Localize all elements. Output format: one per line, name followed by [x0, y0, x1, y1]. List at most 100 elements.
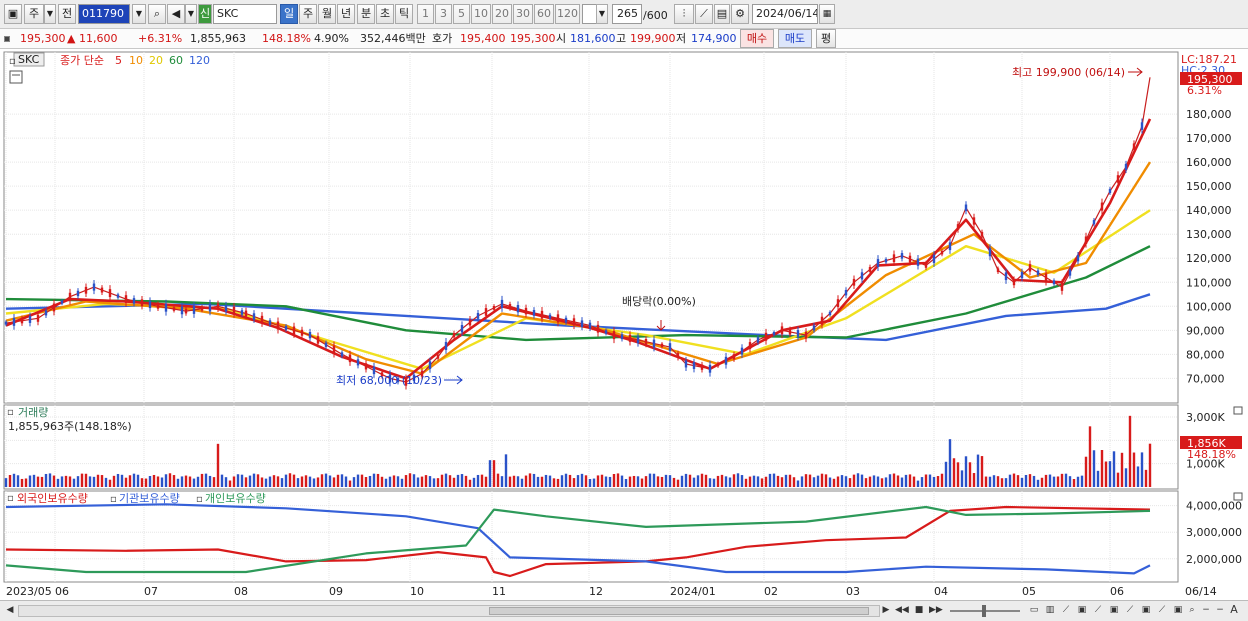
- window-icon-4[interactable]: ▣: [1172, 604, 1184, 616]
- count-5-button[interactable]: 5: [453, 4, 470, 24]
- period-month-tab[interactable]: 월: [318, 4, 336, 24]
- prev-button[interactable]: 전: [58, 4, 76, 24]
- chart-area[interactable]: SKC ▫ 종가 단순 5 10 20 60 120 LC:187.21 HC:…: [0, 50, 1248, 600]
- volume-panel-close-icon[interactable]: [1233, 406, 1243, 415]
- layout-icon[interactable]: ▭: [1028, 604, 1040, 616]
- x-tick-label: 09: [329, 585, 343, 598]
- count-20-button[interactable]: 20: [492, 4, 512, 24]
- holding-panel-close-icon[interactable]: [1233, 492, 1243, 501]
- market-dropdown-icon[interactable]: ▼: [44, 4, 56, 24]
- candle-body: [172, 307, 176, 311]
- candle-body: [20, 318, 24, 324]
- count-1-button[interactable]: 1: [417, 4, 434, 24]
- fast-forward-icon[interactable]: ▶▶: [929, 604, 943, 616]
- draw-icon[interactable]: ⟋: [1060, 604, 1072, 616]
- count-dropdown-icon[interactable]: ▼: [596, 4, 608, 24]
- buy-button[interactable]: 매수: [740, 29, 774, 48]
- period-year-tab[interactable]: 년: [337, 4, 355, 24]
- bar-count-input[interactable]: 265: [612, 4, 642, 24]
- stop-icon[interactable]: ■: [913, 604, 925, 616]
- bar-total-label: /600: [643, 9, 668, 22]
- font-size-icon[interactable]: A: [1228, 604, 1240, 616]
- price-tick-label: 150,000: [1186, 180, 1232, 193]
- volume-bar: [4, 478, 8, 487]
- search-icon[interactable]: ⌕: [148, 4, 166, 24]
- window-icon-2[interactable]: ▣: [1108, 604, 1120, 616]
- sell-button[interactable]: 매도: [778, 29, 812, 48]
- candle-type-icon[interactable]: ⫶: [674, 4, 694, 24]
- zoom-slider-thumb[interactable]: [982, 605, 986, 617]
- window-menu-icon[interactable]: ▣: [4, 4, 22, 24]
- period-tick-tab[interactable]: 틱: [395, 4, 413, 24]
- volume-bar: [1052, 476, 1056, 487]
- price-tick-label: 110,000: [1186, 276, 1232, 289]
- volume-bar: [632, 475, 636, 487]
- volume-bar: [520, 478, 524, 487]
- candle-body: [828, 311, 832, 316]
- volume-bar: [892, 473, 896, 487]
- date-input[interactable]: 2024/06/14: [752, 4, 818, 24]
- volume-bar: [700, 473, 704, 487]
- rewind-icon[interactable]: ◀◀: [895, 604, 909, 616]
- candle-body: [436, 354, 440, 359]
- candle-body: [356, 359, 360, 366]
- count-30-button[interactable]: 30: [513, 4, 533, 24]
- volume-bar: [1064, 473, 1068, 487]
- volume-bar: [880, 478, 884, 487]
- period-day-tab[interactable]: 일: [280, 4, 298, 24]
- candle-body: [556, 314, 560, 323]
- period-week-tab[interactable]: 주: [299, 4, 317, 24]
- draw-icon-4[interactable]: ⟋: [1156, 604, 1168, 616]
- scroll-left-icon[interactable]: ◀: [4, 604, 16, 616]
- volume-bar: [968, 462, 972, 487]
- volume-bar: [440, 474, 444, 487]
- volume-bar: [776, 475, 780, 487]
- candle-body: [716, 363, 720, 367]
- scroll-thumb[interactable]: [489, 607, 869, 615]
- zoom-slider[interactable]: [950, 605, 1020, 617]
- volume-bar: [1140, 452, 1144, 487]
- draw-line-icon[interactable]: ⟋: [695, 4, 713, 24]
- zoom-icon[interactable]: ⌕: [1186, 604, 1198, 616]
- scroll-track[interactable]: [18, 605, 880, 617]
- volume-bar: [400, 478, 404, 487]
- volume-bar: [980, 456, 984, 487]
- draw-icon-3[interactable]: ⟋: [1124, 604, 1136, 616]
- candle-body: [748, 342, 752, 349]
- zoom-out-icon[interactable]: −: [1200, 604, 1212, 616]
- period-second-tab[interactable]: 초: [376, 4, 394, 24]
- zoom-reset-icon[interactable]: −: [1214, 604, 1226, 616]
- stock-code-input[interactable]: 011790: [78, 4, 130, 24]
- candle-body: [1116, 175, 1120, 183]
- volume-value: 1,855,963: [190, 32, 246, 45]
- volume-bar: [564, 473, 568, 487]
- calculator-icon[interactable]: [9, 70, 23, 84]
- volume-bar: [456, 474, 460, 487]
- count-3-button[interactable]: 3: [435, 4, 452, 24]
- speaker-dropdown-icon[interactable]: ▼: [185, 4, 197, 24]
- count-120-button[interactable]: 120: [555, 4, 580, 24]
- draw-icon-2[interactable]: ⟋: [1092, 604, 1104, 616]
- volume-bar: [56, 478, 60, 487]
- volume-bar: [868, 476, 872, 487]
- volume-bar: [572, 478, 576, 487]
- speaker-icon[interactable]: ◀: [167, 4, 185, 24]
- calendar-icon[interactable]: ▦: [819, 4, 835, 24]
- gear-icon[interactable]: ⚙: [731, 4, 749, 24]
- count-60-button[interactable]: 60: [534, 4, 554, 24]
- average-button[interactable]: 평: [816, 29, 836, 48]
- stock-name-field[interactable]: SKC: [213, 4, 277, 24]
- window-icon[interactable]: ▣: [1076, 604, 1088, 616]
- candle-body: [444, 341, 448, 350]
- split-icon[interactable]: ▥: [1044, 604, 1056, 616]
- market-button[interactable]: 주: [24, 4, 44, 24]
- save-icon[interactable]: ▤: [714, 4, 730, 24]
- count-10-button[interactable]: 10: [471, 4, 491, 24]
- volume-bar: [32, 474, 36, 487]
- play-icon[interactable]: ▶: [880, 604, 892, 616]
- candle-body: [780, 326, 784, 335]
- code-dropdown-icon[interactable]: ▼: [132, 4, 146, 24]
- volume-bar: [1080, 475, 1084, 487]
- period-minute-tab[interactable]: 분: [357, 4, 375, 24]
- window-icon-3[interactable]: ▣: [1140, 604, 1152, 616]
